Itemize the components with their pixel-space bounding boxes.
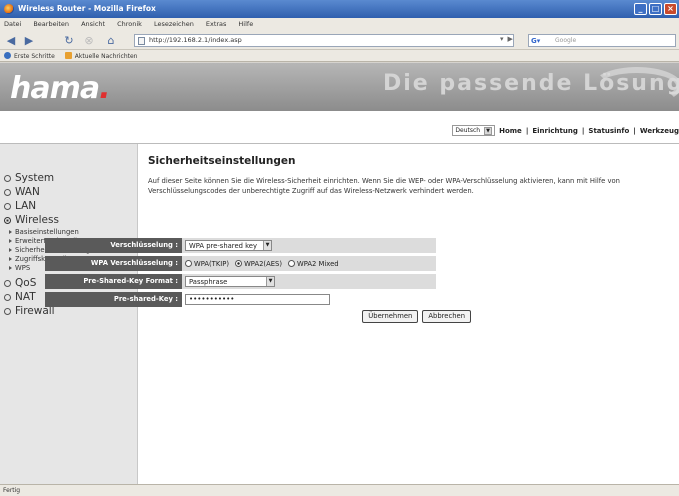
back-icon[interactable]: ◀ xyxy=(4,33,18,47)
sidebar-item-wan[interactable]: WAN xyxy=(0,185,137,199)
navigation-toolbar: ◀ ▶ ↻ ⊗ ⌂ http://192.168.2.1/index.asp ▾… xyxy=(0,30,679,50)
chevron-down-icon: ▼ xyxy=(263,241,272,250)
row-encryption: Verschlüsselung : WPA pre-shared key ▼ xyxy=(45,238,436,253)
cancel-button[interactable]: Abbrechen xyxy=(422,310,471,323)
status-bar: Fertig xyxy=(0,484,679,496)
page-title: Sicherheitseinstellungen xyxy=(148,155,296,167)
top-navigation: Deutsch ▼ Home | Einrichtung | Statusinfo | … xyxy=(452,125,679,136)
stop-icon[interactable]: ⊗ xyxy=(82,33,96,47)
dropdown-icon[interactable]: ▾ xyxy=(500,35,504,43)
page-description: Auf dieser Seite können Sie die Wireless… xyxy=(148,177,620,195)
psk-label: Pre-shared-Key : xyxy=(45,292,182,307)
arrow-icon xyxy=(9,265,12,270)
circle-icon xyxy=(4,174,11,182)
reload-icon[interactable]: ↻ xyxy=(62,33,76,47)
security-form: Verschlüsselung : WPA pre-shared key ▼ WP… xyxy=(45,238,471,323)
menu-lesezeichen[interactable]: Lesezeichen xyxy=(154,20,194,28)
rss-icon xyxy=(64,51,72,59)
nav-werkzeug[interactable]: Werkzeug xyxy=(640,127,679,135)
page-header: hama. Die passende Lösung xyxy=(0,63,679,111)
menu-extras[interactable]: Extras xyxy=(206,20,227,28)
main-content: Sicherheitseinstellungen Auf dieser Seit… xyxy=(148,155,668,196)
hama-logo: hama. xyxy=(10,71,111,106)
nav-statusinfo[interactable]: Statusinfo xyxy=(588,127,629,135)
arrow-icon xyxy=(9,256,12,261)
web-page: hama. Die passende Lösung Deutsch ▼ Home |… xyxy=(0,63,679,484)
swoosh-graphic xyxy=(592,67,679,105)
chevron-down-icon: ▼ xyxy=(484,126,493,135)
arrow-icon xyxy=(9,229,12,234)
radio-wpa2-mixed[interactable]: WPA2 Mixed xyxy=(287,260,339,268)
menu-bearbeiten[interactable]: Bearbeiten xyxy=(33,20,69,28)
menu-ansicht[interactable]: Ansicht xyxy=(81,20,105,28)
wpa-label: WPA Verschlüsselung : xyxy=(45,256,182,271)
menu-chronik[interactable]: Chronik xyxy=(117,20,142,28)
encryption-label: Verschlüsselung : xyxy=(45,238,182,253)
encryption-select[interactable]: WPA pre-shared key ▼ xyxy=(185,240,273,251)
sidebar-sub-basiseinstellungen[interactable]: Basiseinstellungen xyxy=(0,227,137,236)
psk-format-label: Pre-Shared-Key Format : xyxy=(45,274,182,289)
expanded-circle-icon xyxy=(4,216,11,224)
circle-icon xyxy=(4,293,11,301)
row-psk-format: Pre-Shared-Key Format : Passphrase ▼ xyxy=(45,274,436,289)
circle-icon xyxy=(4,188,11,196)
sidebar-item-lan[interactable]: LAN xyxy=(0,199,137,213)
sidebar-item-system[interactable]: System xyxy=(0,171,137,185)
nav-einrichtung[interactable]: Einrichtung xyxy=(532,127,577,135)
page-icon xyxy=(138,37,145,45)
menu-datei[interactable]: Datei xyxy=(4,20,21,28)
menu-bar: Datei Bearbeiten Ansicht Chronik Lesezei… xyxy=(0,18,679,30)
url-bar[interactable]: http://192.168.2.1/index.asp xyxy=(134,34,514,47)
window-title: Wireless Router - Mozilla Firefox xyxy=(18,4,156,13)
row-psk: Pre-shared-Key : ••••••••••• xyxy=(45,292,436,307)
url-text: http://192.168.2.1/index.asp xyxy=(149,36,242,44)
menu-hilfe[interactable]: Hilfe xyxy=(238,20,253,28)
search-placeholder: Google xyxy=(555,37,577,44)
sidebar-item-wireless[interactable]: Wireless xyxy=(0,213,137,227)
home-icon[interactable]: ⌂ xyxy=(104,33,118,47)
radio-wpa2-aes[interactable]: WPA2(AES) xyxy=(235,260,282,268)
psk-input[interactable]: ••••••••••• xyxy=(185,294,330,305)
row-wpa: WPA Verschlüsselung : WPA(TKIP) WPA2(AES… xyxy=(45,256,436,271)
bookmarks-bar: Erste Schritte Aktuelle Nachrichten xyxy=(0,50,679,62)
arrow-icon xyxy=(9,238,12,243)
window-titlebar: Wireless Router - Mozilla Firefox _ □ × xyxy=(0,0,679,18)
radio-wpa-tkip[interactable]: WPA(TKIP) xyxy=(185,260,229,268)
google-icon: G▾ xyxy=(531,37,541,45)
language-select[interactable]: Deutsch ▼ xyxy=(452,125,496,136)
close-icon[interactable]: × xyxy=(664,3,677,15)
firefox-icon xyxy=(4,4,14,14)
apply-button[interactable]: Übernehmen xyxy=(362,310,419,323)
maximize-icon[interactable]: □ xyxy=(649,3,662,15)
minimize-icon[interactable]: _ xyxy=(634,3,647,15)
nav-home[interactable]: Home xyxy=(499,127,522,135)
bookmark-icon xyxy=(4,51,11,59)
circle-icon xyxy=(4,279,11,287)
forward-icon[interactable]: ▶ xyxy=(22,33,36,47)
bookmark-erste-schritte[interactable]: Erste Schritte xyxy=(4,51,55,60)
circle-icon xyxy=(4,307,11,315)
psk-format-select[interactable]: Passphrase ▼ xyxy=(185,276,275,287)
bookmark-nachrichten[interactable]: Aktuelle Nachrichten xyxy=(64,51,138,60)
circle-icon xyxy=(4,202,11,210)
arrow-icon xyxy=(9,247,12,252)
go-icon[interactable]: ▶ xyxy=(508,35,513,43)
search-input[interactable]: G▾ Google xyxy=(528,34,676,47)
chevron-down-icon: ▼ xyxy=(266,277,274,286)
